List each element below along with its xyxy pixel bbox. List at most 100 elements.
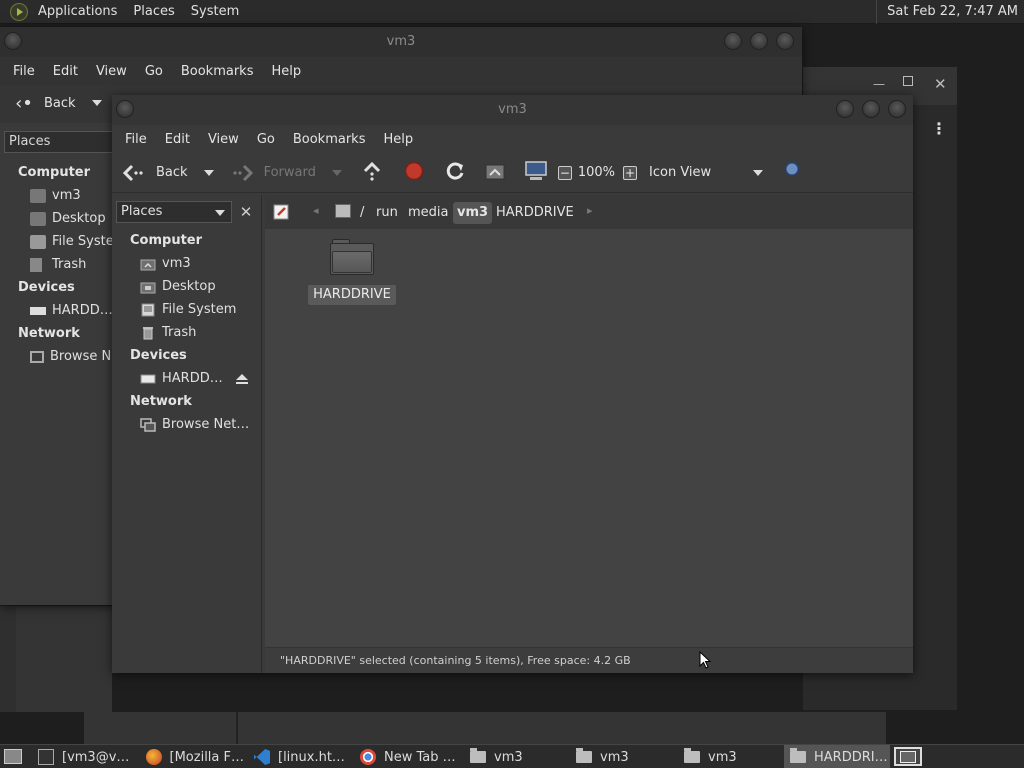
filesystem-root-icon[interactable]	[335, 204, 351, 218]
taskbar-item-label: [vm3@v…	[62, 749, 130, 765]
close-button[interactable]	[776, 32, 794, 50]
menu-go[interactable]: Go	[248, 132, 284, 147]
menu-bookmarks[interactable]: Bookmarks	[172, 64, 263, 79]
sidebar-heading-computer: Computer	[18, 165, 91, 180]
home-folder-icon	[140, 259, 156, 270]
firefox-icon	[146, 749, 162, 765]
path-crumb-run[interactable]: run	[372, 202, 402, 224]
menu-bookmarks[interactable]: Bookmarks	[284, 132, 375, 147]
file-manager-window[interactable]: vm3 File Edit View Go Bookmarks Help Bac…	[112, 95, 913, 673]
taskbar-item-firefox[interactable]: [Mozilla F…	[138, 745, 244, 768]
menu-go[interactable]: Go	[136, 64, 172, 79]
path-crumb-media[interactable]: media	[404, 202, 453, 224]
window-menu-button[interactable]	[4, 32, 22, 50]
workspace-switcher-icon[interactable]	[894, 747, 922, 766]
folder-icon	[470, 748, 486, 765]
panel-menu-places[interactable]: Places	[125, 0, 182, 24]
chevron-down-icon[interactable]	[91, 100, 102, 106]
taskbar-item-harddrive[interactable]: HARDDRI…	[784, 745, 890, 768]
places-dropdown-label: Places	[121, 204, 163, 219]
close-sidebar-icon[interactable]: ✕	[236, 201, 256, 223]
window-menu-button[interactable]	[116, 100, 134, 118]
taskbar-item-label: [linux.ht…	[278, 749, 345, 765]
panel-clock[interactable]: Sat Feb 22, 7:47 AM	[876, 0, 1024, 24]
zoom-in-icon[interactable]: +	[623, 165, 638, 180]
up-icon[interactable]	[362, 161, 382, 185]
folder-icon	[330, 239, 374, 275]
taskbar-item-vm3-2[interactable]: vm3	[568, 745, 672, 768]
back-button[interactable]: ‹• Back	[12, 93, 102, 114]
sidebar-item-label: HARDD…	[52, 303, 113, 318]
view-mode-select[interactable]: Icon View	[649, 165, 764, 180]
chevron-down-icon[interactable]	[203, 169, 214, 176]
sidebar-item-vm3[interactable]: vm3	[140, 256, 191, 271]
close-button[interactable]	[888, 100, 906, 118]
minimize-icon[interactable]: —	[873, 77, 885, 91]
window-title: vm3	[386, 34, 416, 49]
back-button[interactable]: Back	[122, 164, 214, 182]
home-icon[interactable]	[484, 161, 506, 185]
taskbar-item-editor[interactable]: [linux.ht…	[246, 745, 350, 768]
places-dropdown[interactable]: Places	[116, 201, 232, 223]
menu-file[interactable]: File	[4, 64, 44, 79]
taskbar-item-vm3-3[interactable]: vm3	[676, 745, 780, 768]
panel-menu-applications[interactable]: Applications	[30, 0, 125, 24]
maximize-icon[interactable]	[903, 76, 913, 86]
sidebar-item-harddrive[interactable]: HARDD…	[140, 371, 249, 386]
sidebar-item-trash[interactable]: Trash	[140, 325, 196, 340]
computer-icon[interactable]	[524, 160, 548, 186]
reload-icon[interactable]	[444, 160, 466, 186]
minimize-button[interactable]	[836, 100, 854, 118]
taskbar-item-new-tab[interactable]: New Tab …	[352, 745, 458, 768]
maximize-button[interactable]	[862, 100, 880, 118]
menu-view[interactable]: View	[199, 132, 248, 147]
path-crumb-vm3[interactable]: vm3	[453, 202, 493, 224]
menu-view[interactable]: View	[87, 64, 136, 79]
minimize-button[interactable]	[724, 32, 742, 50]
background-window-bottom	[16, 606, 112, 712]
sidebar-item-desktop[interactable]: Desktop	[140, 279, 216, 294]
menu-help[interactable]: Help	[262, 64, 310, 79]
menu-file[interactable]: File	[116, 132, 156, 147]
search-icon[interactable]	[783, 160, 805, 186]
file-item-harddrive[interactable]: HARDDRIVE	[307, 239, 397, 305]
window-titlebar[interactable]: vm3	[0, 27, 802, 57]
close-icon[interactable]: ✕	[934, 75, 947, 93]
path-crumb-harddrive[interactable]: HARDDRIVE	[492, 202, 578, 224]
path-crumb-root[interactable]: /	[356, 202, 368, 224]
taskbar-item-terminal[interactable]: [vm3@v…	[30, 745, 134, 768]
network-icon	[30, 350, 44, 363]
sidebar-item-browse-network[interactable]: Browse Net…	[140, 417, 249, 432]
sidebar-item-trash[interactable]: Trash	[30, 257, 86, 272]
terminal-icon	[38, 749, 54, 765]
panel-menu-system[interactable]: System	[183, 0, 247, 24]
menu-edit[interactable]: Edit	[156, 132, 199, 147]
kebab-menu-icon[interactable]: ⋮	[931, 119, 947, 138]
sidebar-item-file-system[interactable]: File System	[140, 302, 236, 317]
trash-icon	[30, 257, 42, 272]
menu-edit[interactable]: Edit	[44, 64, 87, 79]
path-scroll-left-icon[interactable]: ◂	[313, 204, 319, 217]
window-title: vm3	[498, 102, 527, 117]
edit-location-icon[interactable]	[273, 203, 291, 225]
sidebar-item-vm3[interactable]: vm3	[30, 188, 81, 203]
sidebar-item-label: Desktop	[162, 279, 216, 294]
show-desktop-icon[interactable]	[4, 749, 22, 764]
forward-button[interactable]: Forward	[232, 164, 342, 182]
taskbar-item-vm3-1[interactable]: vm3	[462, 745, 566, 768]
stop-icon[interactable]	[404, 161, 424, 185]
chevron-down-icon[interactable]	[331, 169, 342, 176]
taskbar-item-label: [Mozilla F…	[169, 749, 244, 765]
sidebar-item-harddrive[interactable]: HARDD…	[30, 303, 113, 318]
eject-icon[interactable]	[235, 373, 249, 385]
places-dropdown[interactable]: Places	[4, 131, 116, 153]
path-scroll-right-icon[interactable]: ▸	[587, 204, 593, 217]
sidebar-item-desktop[interactable]: Desktop	[30, 211, 106, 226]
file-view[interactable]: HARDDRIVE	[265, 229, 913, 647]
harddrive-icon	[140, 374, 156, 383]
applications-logo-icon[interactable]	[10, 2, 28, 21]
menu-help[interactable]: Help	[374, 132, 422, 147]
zoom-out-icon[interactable]: −	[557, 165, 572, 180]
window-titlebar[interactable]: vm3	[112, 95, 913, 125]
maximize-button[interactable]	[750, 32, 768, 50]
